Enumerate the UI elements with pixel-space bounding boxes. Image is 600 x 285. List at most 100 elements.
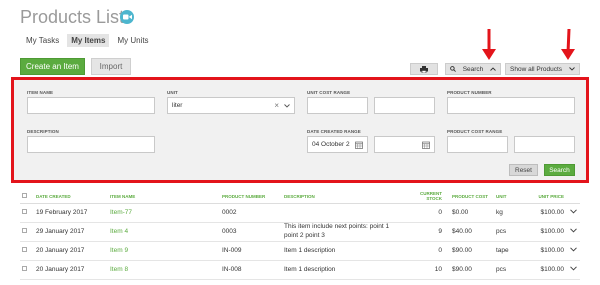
calendar-icon[interactable] [422,141,430,149]
cell-item-name-link[interactable]: Item 4 [108,222,220,242]
date-from-input[interactable]: 04 October 2 [307,136,368,153]
date-from-value: 04 October 2 [312,141,350,148]
col-date-created[interactable]: DATE CREATED [34,190,108,204]
reset-button[interactable]: Reset [509,164,538,176]
cell-item-name-link[interactable]: Item-77 [108,203,220,223]
cell-product-number: IN-009 [220,241,282,261]
product-cost-to-input[interactable] [514,136,575,153]
cell-description: Item 1 description [282,241,406,261]
product-number-label: PRODUCT NUMBER [447,90,492,95]
description-input[interactable] [27,136,155,153]
col-expand [566,190,580,204]
item-name-label: ITEM NAME [27,90,54,95]
row-checkbox-cell [20,203,34,223]
cell-description [282,203,406,223]
search-button[interactable]: Search [544,164,575,176]
cell-unit: pcs [494,222,532,242]
col-product-cost[interactable]: PRODUCT COST [444,190,494,204]
cell-product-number: IN-008 [220,260,282,280]
cell-price: $100.00 [532,222,566,242]
col-description[interactable]: DESCRIPTION [282,190,406,204]
unit-cost-to-input[interactable] [374,97,435,114]
description-label: DESCRIPTION [27,129,59,134]
cell-item-name-link[interactable]: Item 9 [108,241,220,261]
date-to-input[interactable] [374,136,435,153]
clear-icon[interactable]: × [274,101,279,110]
video-camera-icon[interactable] [120,10,134,24]
tab-my-items[interactable]: My Items [67,34,110,47]
table-row[interactable]: 29 January 2017 Item 4 0003 This item in… [20,222,580,242]
unit-cost-from-input[interactable] [307,97,368,114]
cell-stock: 0 [406,203,444,223]
cell-date: 20 January 2017 [34,241,108,261]
create-item-button[interactable]: Create an Item [20,58,85,75]
cell-price: $100.00 [532,260,566,280]
row-checkbox-cell [20,241,34,261]
expand-row-chevron-icon[interactable] [566,203,580,223]
show-all-label: Show all Products [510,65,563,73]
col-current-stock[interactable]: CURRENT STOCK [406,190,444,204]
cell-cost: $90.00 [444,241,494,261]
cell-cost: $0.00 [444,203,494,223]
table-row[interactable]: 20 January 2017 Item 9 IN-009 Item 1 des… [20,241,580,261]
expand-row-chevron-icon[interactable] [566,241,580,261]
cell-unit: pcs [494,260,532,280]
cell-unit: kg [494,203,532,223]
tab-bar: My Tasks My Items My Units [22,34,153,47]
cell-product-number: 0003 [220,222,282,242]
col-product-number[interactable]: PRODUCT NUMBER [220,190,282,204]
items-table: DATE CREATED ITEM NAME PRODUCT NUMBER DE… [20,190,580,280]
calendar-icon[interactable] [355,141,363,149]
search-icon [450,66,456,72]
cell-unit: tape [494,241,532,261]
row-checkbox-cell [20,260,34,280]
chevron-down-icon [569,67,575,71]
printer-icon [420,65,428,73]
select-all-cell [20,190,34,204]
expand-row-chevron-icon[interactable] [566,260,580,280]
select-all-checkbox[interactable] [22,193,27,199]
import-button[interactable]: Import [91,58,131,75]
chevron-down-icon [284,103,290,108]
product-number-input[interactable] [447,97,575,114]
cell-stock: 0 [406,241,444,261]
cell-product-number: 0002 [220,203,282,223]
annotation-arrow-icon [482,29,496,60]
cell-description: This item include next points: point 1 p… [282,222,406,242]
cell-item-name-link[interactable]: Item 8 [108,260,220,280]
tab-my-tasks[interactable]: My Tasks [22,34,63,47]
show-all-products-dropdown[interactable]: Show all Products [505,63,580,75]
cell-cost: $40.00 [444,222,494,242]
row-checkbox[interactable] [22,266,27,271]
unit-cost-range-label: UNIT COST RANGE [307,90,351,95]
print-button[interactable] [410,63,438,75]
expand-row-chevron-icon[interactable] [566,222,580,242]
table-row[interactable]: 19 February 2017 Item-77 0002 0 $0.00 kg… [20,203,580,223]
cell-date: 19 February 2017 [34,203,108,223]
table-row[interactable]: 20 January 2017 Item 8 IN-008 Item 1 des… [20,260,580,280]
search-toggle-button[interactable]: Search [445,63,501,75]
row-checkbox[interactable] [22,228,27,233]
item-name-input[interactable] [27,97,155,114]
table-header-row: DATE CREATED ITEM NAME PRODUCT NUMBER DE… [20,190,580,204]
cell-stock: 9 [406,222,444,242]
search-toggle-label: Search [462,65,484,73]
col-unit-price[interactable]: UNIT PRICE [532,190,566,204]
cell-date: 29 January 2017 [34,222,108,242]
unit-value: liter [172,102,183,109]
cell-cost: $90.00 [444,260,494,280]
page-title: Products List [20,7,125,27]
chevron-up-icon [490,67,496,71]
row-checkbox[interactable] [22,247,27,252]
row-checkbox-cell [20,222,34,242]
annotation-arrow-icon [561,29,575,60]
cell-date: 20 January 2017 [34,260,108,280]
col-item-name[interactable]: ITEM NAME [108,190,220,204]
tab-my-units[interactable]: My Units [113,34,152,47]
product-cost-from-input[interactable] [447,136,508,153]
filter-panel: ITEM NAME UNIT liter × UNIT COST RANGE P… [11,77,589,183]
col-unit[interactable]: UNIT [494,190,532,204]
unit-select[interactable]: liter × [167,97,295,114]
cell-price: $100.00 [532,241,566,261]
row-checkbox[interactable] [22,209,27,214]
